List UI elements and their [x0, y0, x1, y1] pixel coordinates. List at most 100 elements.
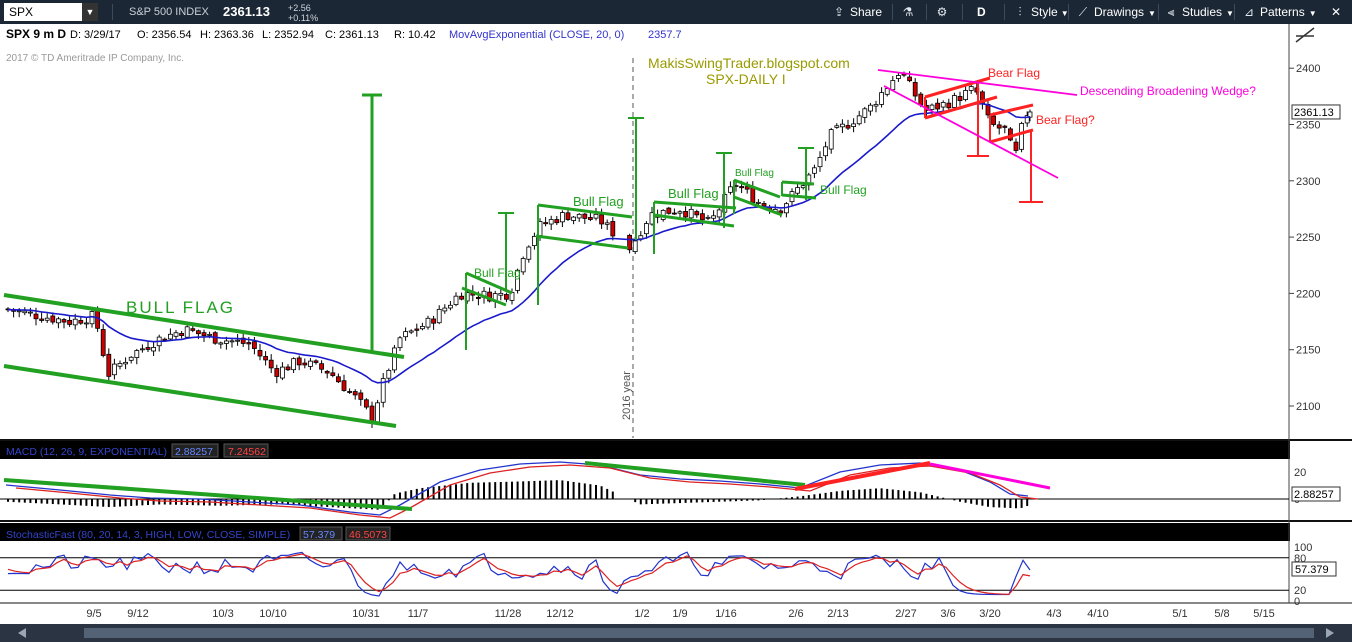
- scrollbar-thumb: [84, 628, 1314, 638]
- candle-bull: [812, 167, 817, 174]
- candle-bear: [352, 391, 358, 396]
- x-tick-label: 5/15: [1253, 608, 1274, 620]
- candle-bull: [56, 318, 61, 324]
- style-label: Style: [1031, 5, 1058, 19]
- stoch-tick-label: 0: [1294, 596, 1300, 608]
- x-tick-label: 5/8: [1214, 608, 1229, 620]
- candle-bear: [67, 319, 72, 325]
- candle-bull: [532, 235, 537, 246]
- candle-bear: [363, 399, 369, 408]
- chart-area[interactable]: 2100 2150 2200 2250 2300 2350 2400 2361.13 SPX 9…: [0, 24, 1352, 642]
- separator: [1158, 4, 1159, 20]
- candle-bull: [884, 88, 890, 95]
- candle-bull: [520, 258, 526, 273]
- candle-bull: [117, 363, 123, 367]
- separator: [112, 4, 113, 20]
- share-button[interactable]: ⇪ Share: [832, 0, 882, 24]
- candle-bear: [627, 234, 632, 251]
- candle-bull: [386, 369, 392, 379]
- candle-bull: [128, 356, 134, 361]
- x-tick-label: 11/28: [495, 608, 522, 620]
- candle-bear: [991, 115, 996, 125]
- copyright-text: 2017 © TD Ameritrade IP Company, Inc.: [6, 53, 184, 64]
- macd-signal-value: 7.24562: [228, 446, 266, 458]
- candle-bull: [890, 80, 896, 91]
- candle-bear: [503, 294, 509, 300]
- x-tick-label: 9/12: [127, 608, 148, 620]
- candle-bull: [27, 311, 33, 314]
- candle-bear: [369, 405, 375, 422]
- x-tick-label: 1/16: [715, 608, 736, 620]
- site-title: MakisSwingTrader.blogspot.com: [648, 55, 850, 71]
- close-button[interactable]: ✕: [1326, 0, 1346, 24]
- candle-bear: [296, 357, 302, 366]
- ohlc-info: D: 3/29/17: [70, 29, 121, 41]
- candle-bull: [134, 350, 140, 358]
- candle-bull: [425, 317, 431, 328]
- settings-button[interactable]: ⚙: [935, 0, 953, 24]
- style-button[interactable]: ⫶ Style ▼: [1013, 0, 1068, 24]
- candle-bull: [571, 216, 576, 221]
- candle-bear: [683, 211, 688, 218]
- drawings-button[interactable]: ⟋ Drawings ▼: [1076, 0, 1156, 24]
- y-tick-label: 2150: [1296, 345, 1320, 357]
- candle-bear: [100, 329, 106, 356]
- bull-flag-label: Bull Flag: [735, 168, 774, 179]
- candle-bear: [145, 347, 151, 350]
- candle-bull: [436, 308, 442, 324]
- candle-bull: [397, 337, 403, 349]
- candle-bear: [319, 363, 325, 370]
- candle-bull: [526, 246, 532, 260]
- candle-bull: [968, 86, 974, 91]
- candle-bear: [106, 353, 112, 377]
- candle-bull: [84, 322, 89, 325]
- candle-bear: [61, 319, 67, 323]
- candle-bull: [677, 211, 683, 214]
- candle-bull: [800, 185, 806, 189]
- candle-bull: [218, 342, 224, 345]
- separator: [1004, 4, 1005, 20]
- x-tick-label: 9/5: [86, 608, 101, 620]
- studies-button[interactable]: ⫷ Studies ▼: [1164, 0, 1234, 24]
- y-tick-label: 2250: [1296, 232, 1320, 244]
- y-tick-label: 2200: [1296, 288, 1320, 300]
- candle-bear: [274, 368, 280, 377]
- candle-bear: [263, 356, 269, 361]
- candle-bear: [179, 332, 185, 336]
- candle-bull: [498, 292, 504, 296]
- macd-title: MACD (12, 26, 9, EXPONENTIAL): [6, 446, 167, 458]
- patterns-button[interactable]: ⊿ Patterns ▼: [1242, 0, 1317, 24]
- candle-bull: [711, 215, 716, 219]
- flask-button[interactable]: ⚗: [901, 0, 919, 24]
- ohlc-info: O: 2356.54: [137, 29, 191, 41]
- candle-bull: [408, 330, 414, 333]
- candle-bull: [795, 187, 800, 194]
- candle-bull: [840, 123, 845, 128]
- candle-bear: [912, 82, 918, 97]
- symbol-input[interactable]: SPX ▼: [4, 3, 98, 21]
- candle-bull: [952, 95, 957, 108]
- candle-bull: [72, 318, 78, 326]
- candle-bull: [139, 348, 145, 351]
- candle-bear: [285, 366, 291, 371]
- candle-bull: [151, 346, 157, 352]
- x-tick-label: 2/6: [788, 608, 803, 620]
- candle-bull: [223, 340, 229, 344]
- candle-bull: [756, 201, 761, 204]
- candle-bear: [358, 392, 364, 400]
- patterns-icon: ⊿: [1243, 5, 1255, 19]
- chevron-down-icon[interactable]: ▼: [82, 3, 98, 21]
- candle-bull: [22, 310, 28, 314]
- candle-bull: [167, 333, 173, 340]
- candle-bear: [750, 187, 756, 204]
- ema-study-value: 2357.7: [648, 29, 682, 41]
- period-button[interactable]: D: [977, 0, 986, 24]
- patterns-label: Patterns: [1260, 5, 1305, 19]
- separator: [962, 4, 963, 20]
- candle-bear: [565, 212, 571, 220]
- x-tick-label: 12/12: [546, 608, 574, 620]
- candle-bull: [705, 216, 711, 219]
- candle-bull: [548, 219, 554, 225]
- bear-flag-label: Bear Flag?: [1036, 113, 1095, 127]
- flask-icon: ⚗: [902, 5, 914, 19]
